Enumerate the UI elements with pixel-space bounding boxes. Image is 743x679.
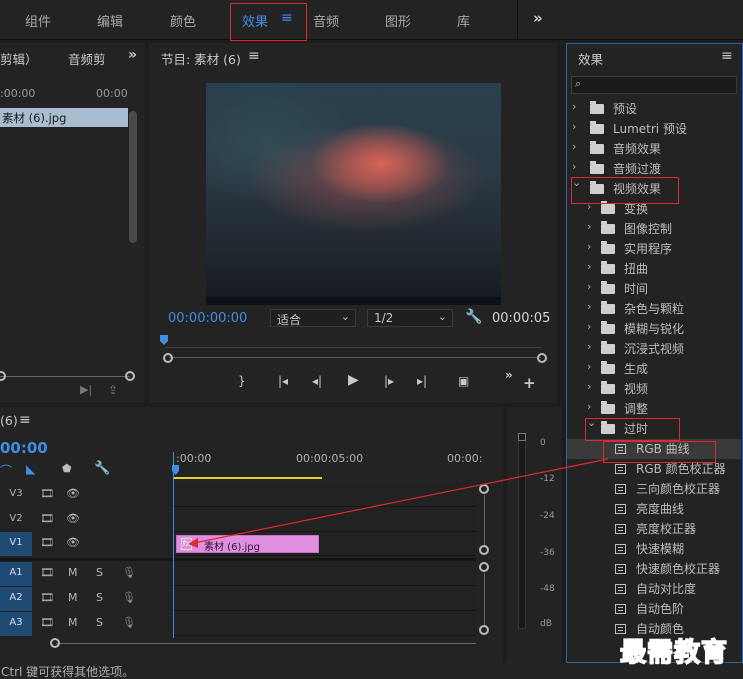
watermark-logo: 最需教育 [619, 637, 729, 669]
drag-arrow-line [193, 458, 609, 544]
drag-arrow [188, 458, 609, 548]
status-text: Ctrl 键可获得其他选项。 [1, 665, 135, 679]
drag-arrow-head [188, 538, 198, 548]
